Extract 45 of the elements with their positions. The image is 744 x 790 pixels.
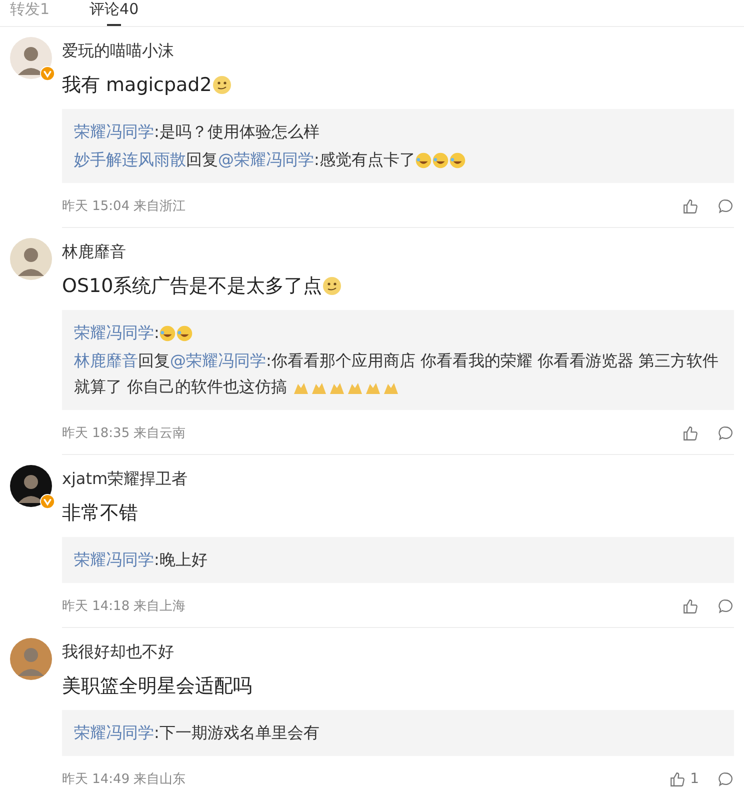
like-count: 1 [690, 771, 699, 787]
timestamp-location: 昨天 18:35 来自云南 [62, 425, 187, 442]
comment-icon[interactable] [717, 424, 734, 442]
laughing-face-icon [432, 152, 450, 170]
smiling-face-icon [322, 276, 342, 296]
thumbs-up-icon[interactable] [682, 598, 699, 614]
comment-text: 美职篮全明星会适配吗 [62, 674, 252, 699]
mention-link[interactable]: @荣耀冯同学 [218, 150, 314, 169]
laughing-face-icon [159, 325, 176, 342]
reply-text: 荣耀冯同学:下一期游戏名单里会有 [74, 722, 320, 744]
username-link[interactable]: 荣耀冯同学 [74, 323, 154, 342]
laughing-face-icon [449, 152, 466, 170]
thumbs-up-icon[interactable] [669, 770, 686, 788]
comment-icon[interactable] [717, 198, 734, 214]
reply-text: 荣耀冯同学: [74, 320, 722, 346]
username[interactable]: 我很好却也不好 [62, 640, 734, 664]
comment-icon[interactable] [717, 598, 734, 614]
thumbs-up-icon[interactable] [682, 424, 699, 442]
tab[interactable]: 评论40 [90, 0, 139, 26]
laughing-face-icon [176, 325, 194, 342]
username-link[interactable]: 荣耀冯同学 [74, 122, 154, 141]
username[interactable]: 林鹿靡音 [62, 240, 734, 264]
comment-text: 我有 magicpad2 [62, 73, 212, 98]
reply-text: 荣耀冯同学:晚上好 [74, 549, 208, 571]
comment-text: OS10系统广告是不是太多了点 [62, 274, 322, 299]
mention-link[interactable]: @荣耀冯同学 [170, 351, 266, 370]
reply-text: 妙手解连风雨散回复@荣耀冯同学:感觉有点卡了 [74, 147, 722, 173]
comment-icon[interactable] [717, 770, 734, 788]
comment-text: 非常不错 [62, 501, 138, 526]
timestamp-location: 昨天 14:18 来自上海 [62, 598, 187, 615]
reply-text: 林鹿靡音回复@荣耀冯同学:你看看那个应用商店 你看看我的荣耀 你看看游览器 第三方软件就算了 你自己的软件也这仿搞 [74, 350, 720, 398]
username[interactable]: 爱玩的喵喵小沫 [62, 39, 734, 63]
avatar[interactable] [10, 465, 52, 507]
reply-text: 荣耀冯同学:是吗？使用体验怎么样 [74, 121, 320, 143]
timestamp-location: 昨天 14:49 来自山东 [62, 771, 187, 788]
username-link[interactable]: 荣耀冯同学 [74, 550, 154, 569]
timestamp-location: 昨天 15:04 来自浙江 [62, 198, 187, 215]
username[interactable]: xjatm荣耀捍卫者 [62, 467, 734, 491]
username-link[interactable]: 妙手解连风雨散 [74, 150, 186, 169]
thumbs-up-icon[interactable] [682, 198, 699, 214]
smiling-face-icon [212, 75, 232, 95]
tab[interactable]: 转发1 [10, 0, 50, 26]
laughing-face-icon [415, 152, 432, 170]
username-link[interactable]: 林鹿靡音 [74, 351, 138, 370]
username-link[interactable]: 荣耀冯同学 [74, 723, 154, 742]
